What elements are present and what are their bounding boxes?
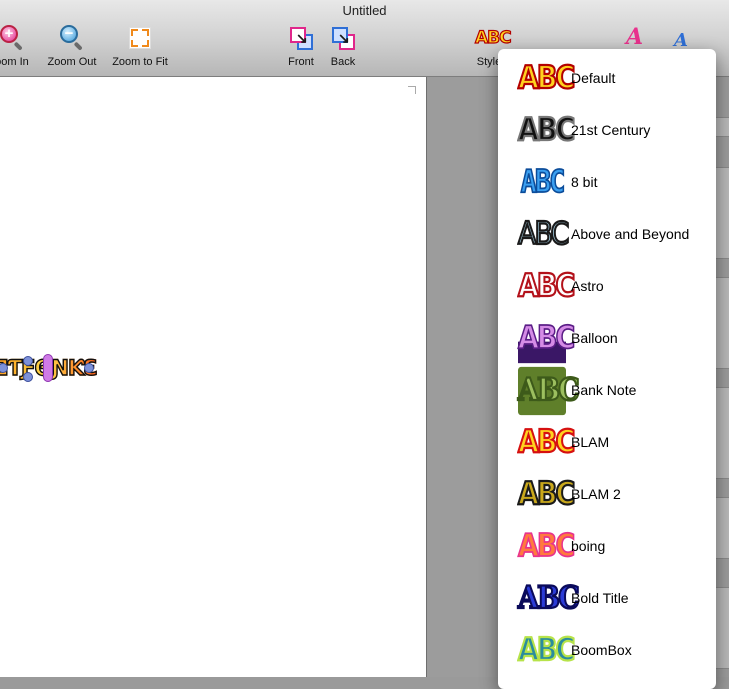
zoom-out-label: Zoom Out [47, 56, 97, 68]
zoom-in-icon: + [0, 24, 26, 52]
style-menu: ABC Default ABC 21st Century ABC 8 bit A… [498, 49, 716, 689]
style-blam-2-icon: ABC [517, 475, 576, 513]
style-default-icon: ABC [517, 59, 576, 97]
text-color-icon[interactable]: A [626, 24, 643, 50]
selection-handle-right[interactable] [84, 363, 94, 373]
style-item-label: BLAM 2 [571, 486, 621, 502]
style-item-label: Above and Beyond [571, 226, 690, 242]
style-item-label: Default [571, 70, 616, 86]
style-astro-icon: ABC [517, 267, 576, 305]
style-item-label: BLAM [571, 434, 610, 450]
style-bold-title-icon: ABC [517, 579, 581, 617]
style-item-bold-title[interactable]: ABC Bold Title [498, 573, 716, 625]
style-item-8-bit[interactable]: ABC 8 bit [498, 157, 716, 209]
style-item-blam[interactable]: ABC BLAM [498, 417, 716, 469]
bring-to-front-icon: ↘ [287, 24, 315, 52]
style-item-default[interactable]: ABC Default [498, 53, 716, 105]
style-item-label: boing [571, 538, 606, 554]
back-label: Back [330, 56, 356, 68]
style-21st-century-icon: ABC [517, 111, 576, 149]
selection-handle-top[interactable] [23, 356, 33, 366]
style-item-label: 21st Century [571, 122, 651, 138]
style-item-label: Astro [571, 278, 604, 294]
text-outline-icon[interactable]: A [674, 30, 688, 51]
page-corner-marker [408, 86, 416, 94]
style-item-balloon[interactable]: ABC Balloon [498, 313, 716, 365]
style-item-boombox[interactable]: ABC BoomBox [498, 625, 716, 677]
style-8-bit-icon: ABC [520, 164, 566, 201]
styles-icon: ABC [474, 27, 512, 48]
zoom-in-button[interactable]: + oom In [0, 24, 40, 68]
style-blam-icon: ABC [517, 423, 576, 461]
style-boombox-icon: ABC [517, 631, 576, 669]
zoom-to-fit-label: Zoom to Fit [112, 56, 168, 68]
zoom-to-fit-button[interactable]: Zoom to Fit [108, 24, 172, 68]
style-item-blam-2[interactable]: ABC BLAM 2 [498, 469, 716, 521]
document-page[interactable]: ƎƬƑΘƝƘƐ [0, 77, 427, 677]
style-item-label: BoomBox [571, 642, 632, 658]
style-item-label: Bold Title [571, 590, 629, 606]
zoom-out-icon: − [58, 24, 86, 52]
style-item-label: Balloon [571, 330, 618, 346]
selection-handle-bottom[interactable] [23, 372, 33, 382]
style-bank-note-icon: ABC [517, 366, 581, 416]
style-balloon-icon: ABC [517, 314, 576, 364]
style-above-and-beyond-icon: ABC [517, 215, 570, 253]
window-title: Untitled [342, 3, 387, 18]
zoom-out-button[interactable]: − Zoom Out [44, 24, 100, 68]
style-item-21st-century[interactable]: ABC 21st Century [498, 105, 716, 157]
style-item-label: 8 bit [571, 174, 598, 190]
send-to-back-icon: ↘ [329, 24, 357, 52]
style-item-bank-note[interactable]: ABC Bank Note [498, 365, 716, 417]
style-item-label: Bank Note [571, 382, 637, 398]
bring-to-front-button[interactable]: ↘ Front [284, 24, 318, 68]
style-item-boing[interactable]: ABC boing [498, 521, 716, 573]
front-label: Front [288, 56, 314, 68]
zoom-in-label: oom In [0, 56, 29, 68]
style-boing-icon: ABC [517, 528, 576, 565]
zoom-to-fit-icon [126, 24, 154, 52]
send-to-back-button[interactable]: ↘ Back [326, 24, 360, 68]
style-item-above-and-beyond[interactable]: ABC Above and Beyond [498, 209, 716, 261]
rotation-handle[interactable] [43, 354, 53, 382]
style-item-astro[interactable]: ABC Astro [498, 261, 716, 313]
